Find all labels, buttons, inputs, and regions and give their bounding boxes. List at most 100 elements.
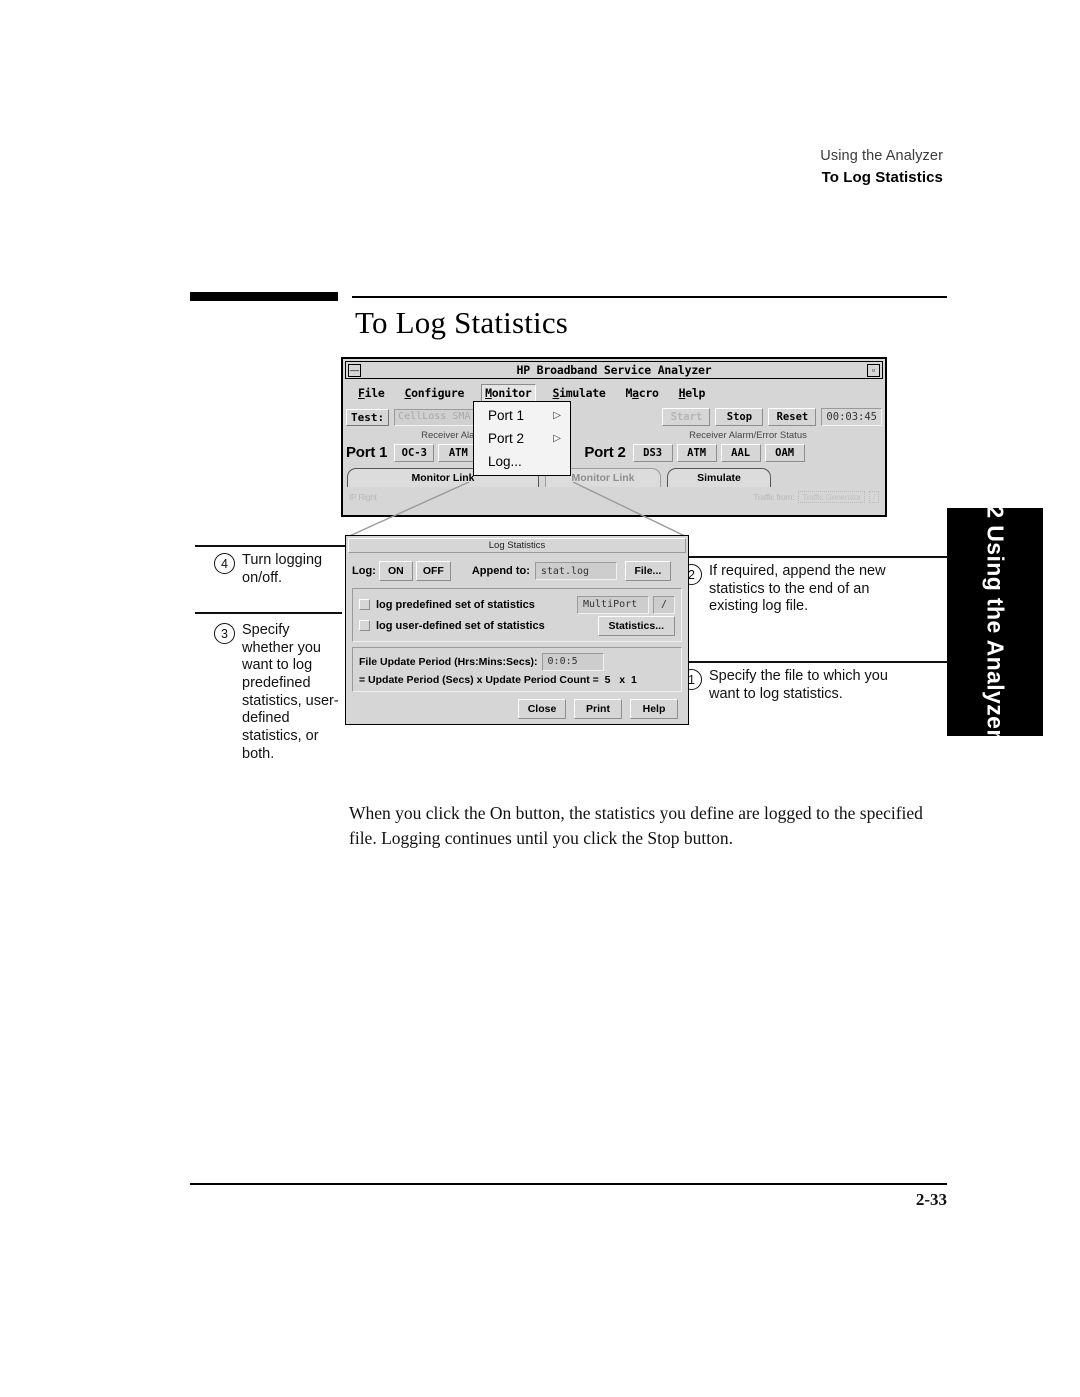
callout-3-number: 3 bbox=[214, 623, 235, 644]
title-rule-thin bbox=[352, 296, 947, 298]
update-period-row: File Update Period (Hrs:Mins:Secs): 0:0:… bbox=[359, 652, 675, 671]
log-on-button[interactable]: ON bbox=[378, 561, 413, 581]
window-titlebar: — HP Broadband Service Analyzer ▫ bbox=[345, 361, 883, 379]
callout-rule-left-mid bbox=[195, 612, 342, 614]
stop-button[interactable]: Stop bbox=[715, 408, 764, 426]
monitor-popup-menu: Port 1 ▷ Port 2 ▷ Log... bbox=[473, 401, 571, 476]
update-period-times: x bbox=[619, 674, 626, 686]
callout-4: 4 Turn logging on/off. bbox=[214, 552, 342, 587]
chapter-side-tab: 2 Using the Analyzer bbox=[947, 505, 1043, 739]
log-toggle-row: Log: ON OFF Append to: stat.log File... bbox=[352, 558, 682, 584]
toolbar: Test: CellLoss SMA ▼ Start Stop Reset 00… bbox=[346, 406, 882, 428]
callout-3: 3 Specify whether you want to log predef… bbox=[214, 622, 342, 764]
log-off-button[interactable]: OFF bbox=[415, 561, 451, 581]
update-period-formula: = Update Period (Secs) x Update Period C… bbox=[359, 674, 675, 686]
submenu-arrow-icon: ▷ bbox=[553, 410, 561, 421]
traffic-from-label: Traffic from: bbox=[753, 492, 795, 502]
callout-4-number: 4 bbox=[214, 553, 235, 574]
log-statistics-dialog: Log Statistics Log: ON OFF Append to: st… bbox=[345, 535, 689, 725]
statistics-set-group: log predefined set of statistics MultiPo… bbox=[352, 588, 682, 642]
menu-monitor[interactable]: Monitor bbox=[481, 383, 536, 402]
start-button[interactable]: Start bbox=[662, 408, 711, 426]
test-label: Test: bbox=[346, 408, 390, 426]
analyzer-window: — HP Broadband Service Analyzer ▫ File C… bbox=[341, 357, 887, 517]
update-period-label: File Update Period (Hrs:Mins:Secs): bbox=[359, 655, 538, 668]
elapsed-time-display: 00:03:45 bbox=[821, 408, 882, 426]
traffic-from-group: Traffic from: Traffic Generator / bbox=[753, 491, 879, 503]
predefined-statistics-label: log predefined set of statistics bbox=[376, 598, 535, 611]
faded-content-row: IP Right Traffic from: Traffic Generator… bbox=[349, 490, 879, 504]
reset-button[interactable]: Reset bbox=[768, 408, 817, 426]
userdefined-statistics-row: log user-defined set of statistics Stati… bbox=[359, 615, 675, 636]
log-statistics-dialog-title: Log Statistics bbox=[348, 538, 686, 553]
tab-port2-simulate[interactable]: Simulate bbox=[667, 468, 771, 487]
port2-button-ds3[interactable]: DS3 bbox=[632, 443, 673, 462]
help-button[interactable]: Help bbox=[630, 699, 678, 719]
close-button[interactable]: Close bbox=[518, 699, 566, 719]
tab-row: Monitor Link Monitor Link Simulate bbox=[347, 467, 881, 487]
running-header-section: To Log Statistics bbox=[821, 169, 943, 186]
traffic-from-value[interactable]: Traffic Generator bbox=[798, 491, 865, 503]
title-rule-thick bbox=[190, 292, 338, 301]
callout-1: 1 Specify the file to which you want to … bbox=[681, 668, 896, 703]
predefined-statistics-slash[interactable]: / bbox=[653, 595, 675, 614]
page-title: To Log Statistics bbox=[355, 305, 569, 340]
menu-configure[interactable]: Configure bbox=[402, 385, 468, 401]
callout-1-text: Specify the file to which you want to lo… bbox=[709, 668, 888, 702]
chapter-side-tab-label: 2 Using the Analyzer bbox=[982, 505, 1009, 739]
port2-button-oam[interactable]: OAM bbox=[764, 443, 805, 462]
menu-macro[interactable]: Macro bbox=[623, 385, 662, 401]
log-label: Log: bbox=[352, 565, 376, 577]
callout-2: 2 If required, append the new statistics… bbox=[681, 563, 896, 616]
port1-label: Port 1 bbox=[346, 444, 388, 461]
update-period-count: 1 bbox=[630, 674, 637, 686]
body-paragraph: When you click the On button, the statis… bbox=[349, 803, 923, 849]
port-button-row: Port 1 OC-3 ATM AAL OAM Port 2 DS3 ATM A… bbox=[346, 441, 882, 464]
predefined-statistics-row: log predefined set of statistics MultiPo… bbox=[359, 594, 675, 615]
update-period-input[interactable]: 0:0:5 bbox=[541, 652, 604, 671]
running-header-chapter: Using the Analyzer bbox=[820, 148, 943, 164]
log-toggle-group: ON OFF bbox=[378, 561, 454, 581]
update-period-formula-label: = Update Period (Secs) x Update Period C… bbox=[359, 674, 599, 686]
port2-status-caption: Receiver Alarm/Error Status bbox=[689, 430, 807, 441]
dialog-button-row: Close Print Help bbox=[352, 699, 682, 719]
running-header: Using the Analyzer To Log Statistics bbox=[820, 148, 943, 186]
append-to-label: Append to: bbox=[471, 565, 530, 577]
append-to-input[interactable]: stat.log bbox=[534, 562, 617, 580]
callout-rule-right-top bbox=[676, 556, 948, 558]
statistics-button[interactable]: Statistics... bbox=[597, 615, 675, 636]
popup-item-port1[interactable]: Port 1 ▷ bbox=[474, 404, 570, 427]
page-number: 2-33 bbox=[915, 1190, 947, 1209]
predefined-statistics-select[interactable]: MultiPort bbox=[577, 595, 649, 614]
popup-item-log-label: Log... bbox=[488, 454, 522, 469]
menu-file[interactable]: File bbox=[355, 385, 388, 401]
port2-button-atm[interactable]: ATM bbox=[676, 443, 717, 462]
predefined-statistics-checkbox[interactable] bbox=[359, 599, 370, 610]
minimize-icon[interactable]: — bbox=[348, 363, 361, 377]
callout-3-text: Specify whether you want to log predefin… bbox=[242, 622, 339, 762]
status-captions: Receiver Alarm/Error Status Receiver Ala… bbox=[346, 430, 882, 441]
menu-help[interactable]: Help bbox=[676, 385, 709, 401]
port2-label: Port 2 bbox=[584, 444, 626, 461]
port1-button-oc3[interactable]: OC-3 bbox=[394, 443, 435, 462]
userdefined-statistics-label: log user-defined set of statistics bbox=[376, 619, 545, 632]
popup-item-port1-label: Port 1 bbox=[488, 408, 525, 423]
window-title: HP Broadband Service Analyzer bbox=[516, 363, 712, 377]
port2-button-aal[interactable]: AAL bbox=[720, 443, 761, 462]
menu-bar: File Configure Monitor Simulate Macro He… bbox=[345, 382, 883, 403]
menu-simulate[interactable]: Simulate bbox=[550, 385, 609, 401]
popup-item-port2[interactable]: Port 2 ▷ bbox=[474, 427, 570, 450]
userdefined-statistics-checkbox[interactable] bbox=[359, 620, 370, 631]
print-button[interactable]: Print bbox=[574, 699, 622, 719]
callout-4-text: Turn logging on/off. bbox=[242, 552, 323, 586]
traffic-from-slash: / bbox=[868, 491, 879, 503]
faded-left-text: IP Right bbox=[349, 492, 377, 502]
log-statistics-dialog-body: Log: ON OFF Append to: stat.log File... … bbox=[346, 553, 688, 719]
popup-item-log[interactable]: Log... bbox=[474, 450, 570, 473]
file-button[interactable]: File... bbox=[624, 561, 671, 581]
submenu-arrow-icon-2: ▷ bbox=[553, 433, 561, 444]
callout-rule-right-mid bbox=[676, 661, 948, 663]
update-period-secs: 5 bbox=[604, 674, 611, 686]
footer-rule bbox=[190, 1183, 947, 1185]
maximize-icon[interactable]: ▫ bbox=[867, 363, 880, 377]
